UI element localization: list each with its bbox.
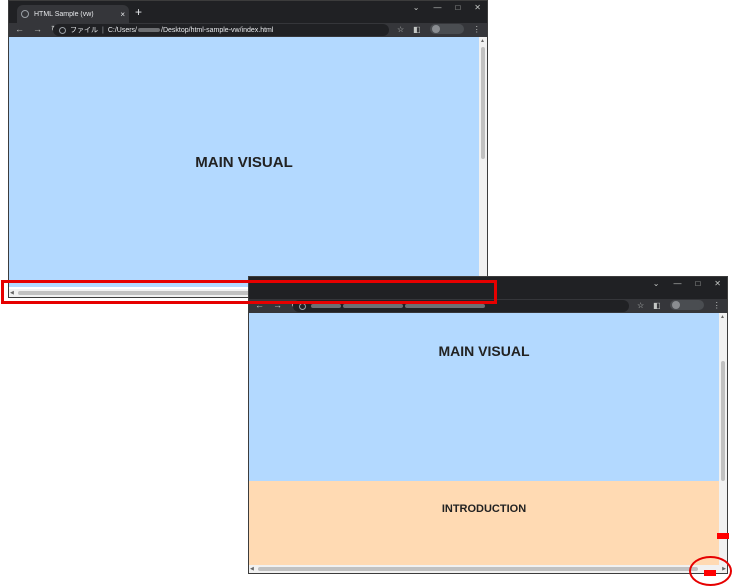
tab-bar: HTML Sample (vw) × + ⌄ — □ ✕	[9, 1, 487, 23]
horizontal-scrollbar-highlight	[1, 280, 497, 304]
info-icon[interactable]	[59, 26, 66, 34]
profile-button-2[interactable]	[669, 300, 704, 310]
address-bar[interactable]: ファイル | C:/Users/ /Desktop/html-sample-vw…	[53, 24, 389, 36]
introduction-heading: INTRODUCTION	[441, 503, 527, 515]
url-prefix: C:/Users/	[107, 26, 137, 34]
avatar-2	[671, 301, 680, 309]
redacted-url-part	[343, 304, 403, 308]
close-tab-icon[interactable]: ×	[120, 10, 125, 19]
menu-icon-2[interactable]: ⋮	[713, 301, 721, 310]
scroll-up-arrow-2[interactable]: ▲	[720, 313, 725, 321]
redacted-username	[138, 28, 160, 32]
globe-icon	[21, 10, 29, 18]
side-panel-icon-2[interactable]: ◧	[653, 301, 661, 310]
vertical-scroll-thumb[interactable]	[481, 47, 485, 159]
introduction-section: INTRODUCTION	[249, 481, 719, 565]
main-visual-heading-2: MAIN VISUAL	[438, 343, 530, 359]
bookmark-star-icon[interactable]: ☆	[397, 25, 404, 34]
forward-icon[interactable]: →	[33, 24, 42, 35]
scroll-up-arrow[interactable]: ▲	[480, 37, 485, 45]
minimize-button-2[interactable]: —	[673, 279, 681, 288]
browser-toolbar: ← → ↻ ファイル | C:/Users/ /Desktop/html-sam…	[9, 23, 487, 37]
page-viewport-2: MAIN VISUAL INTRODUCTION ▲ ◀ ▶	[249, 313, 727, 573]
minimize-button[interactable]: —	[433, 3, 441, 12]
avatar	[431, 25, 440, 33]
main-visual-section-2: MAIN VISUAL	[249, 313, 719, 481]
tab-html-sample[interactable]: HTML Sample (vw) ×	[17, 5, 129, 23]
window-controls-2: ⌄ — □ ✕	[653, 279, 721, 288]
main-visual-section: MAIN VISUAL	[9, 37, 479, 287]
close-window-button-2[interactable]: ✕	[714, 279, 721, 288]
window-controls: ⌄ — □ ✕	[413, 3, 481, 12]
tab-search-icon-2[interactable]: ⌄	[653, 279, 660, 288]
page-viewport: MAIN VISUAL ▲ ◀ ▶	[9, 37, 487, 297]
file-label: ファイル	[70, 27, 98, 34]
address-separator: |	[102, 26, 104, 34]
vertical-scroll-thumb-2[interactable]	[721, 361, 725, 481]
scroll-corner-highlight	[689, 556, 732, 586]
bookmark-star-icon-2[interactable]: ☆	[637, 301, 644, 310]
vertical-scrollbar-2[interactable]: ▲	[719, 313, 727, 565]
vertical-scrollbar[interactable]: ▲	[479, 37, 487, 289]
overflow-marker	[717, 533, 729, 539]
maximize-button[interactable]: □	[455, 3, 460, 12]
url-suffix: /Desktop/html-sample-vw/index.html	[161, 26, 274, 34]
new-tab-button[interactable]: +	[135, 5, 142, 19]
back-icon[interactable]: ←	[15, 24, 24, 35]
maximize-button-2[interactable]: □	[695, 279, 700, 288]
horizontal-scrollbar-2[interactable]: ◀ ▶	[249, 565, 727, 573]
scroll-left-arrow-2[interactable]: ◀	[250, 565, 254, 573]
menu-icon[interactable]: ⋮	[473, 25, 481, 34]
browser-window-2: ⌄ — □ ✕ ← → ↻ ☆ ◧ ⋮ MAIN VISUAL INTRO	[248, 276, 728, 574]
close-window-button[interactable]: ✕	[474, 3, 481, 12]
horizontal-scroll-thumb-2[interactable]	[258, 567, 698, 571]
redacted-url-part	[405, 304, 485, 308]
profile-button[interactable]	[429, 24, 464, 34]
redacted-url-part	[311, 304, 341, 308]
browser-window-1: HTML Sample (vw) × + ⌄ — □ ✕ ← → ↻ ファイル …	[8, 0, 488, 298]
tab-title: HTML Sample (vw)	[34, 10, 94, 18]
side-panel-icon[interactable]: ◧	[413, 25, 421, 34]
main-visual-heading: MAIN VISUAL	[195, 153, 293, 171]
tab-search-icon[interactable]: ⌄	[413, 3, 420, 12]
